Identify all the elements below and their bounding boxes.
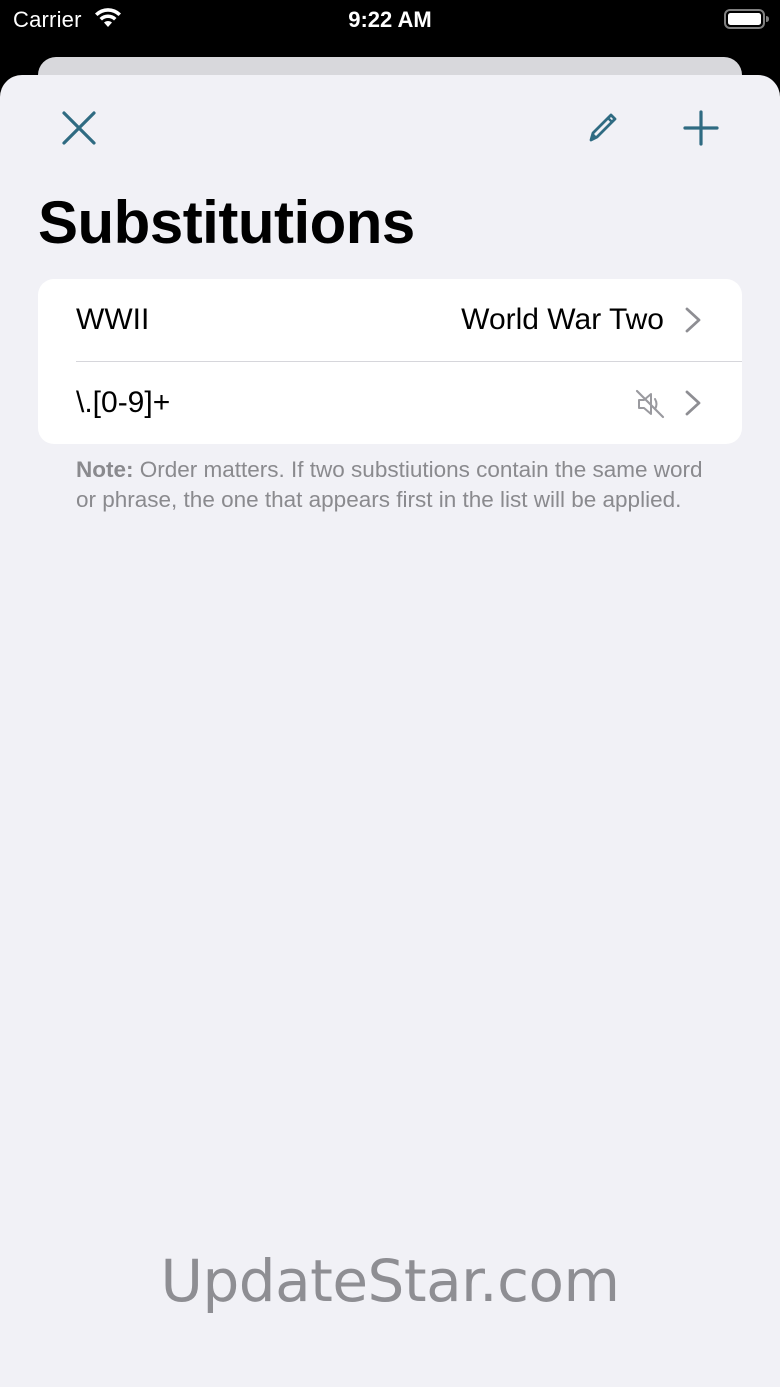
note-label: Note: (76, 457, 134, 482)
close-button[interactable] (55, 104, 103, 152)
status-bar: Carrier 9:22 AM (0, 0, 780, 44)
substitution-pattern: \.[0-9]+ (76, 386, 171, 419)
substitutions-sheet: Substitutions WWII World War Two \.[0-9]… (0, 75, 780, 1387)
pencil-icon (589, 113, 617, 142)
speaker-muted-icon (635, 389, 665, 419)
watermark: UpdateStar.com (160, 1247, 620, 1315)
list-item[interactable]: \.[0-9]+ (38, 362, 742, 444)
footer-note: Note: Order matters. If two substiutions… (76, 455, 716, 515)
substitutions-list: WWII World War Two \.[0-9]+ (38, 279, 742, 444)
edit-button[interactable] (578, 104, 626, 152)
clock: 9:22 AM (348, 7, 432, 32)
chevron-right-icon (685, 390, 701, 416)
note-text: Order matters. If two substiutions conta… (76, 457, 703, 512)
plus-icon (683, 110, 719, 146)
chevron-right-icon (685, 307, 701, 333)
list-item[interactable]: WWII World War Two (38, 279, 742, 362)
page-title: Substitutions (38, 189, 415, 256)
substitution-replacement: World War Two (461, 303, 664, 336)
screen: Carrier 9:22 AM Substitutions WWII World… (0, 0, 780, 1387)
close-icon (62, 111, 96, 145)
substitution-pattern: WWII (76, 303, 150, 336)
battery-icon (724, 9, 770, 29)
add-button[interactable] (677, 104, 725, 152)
